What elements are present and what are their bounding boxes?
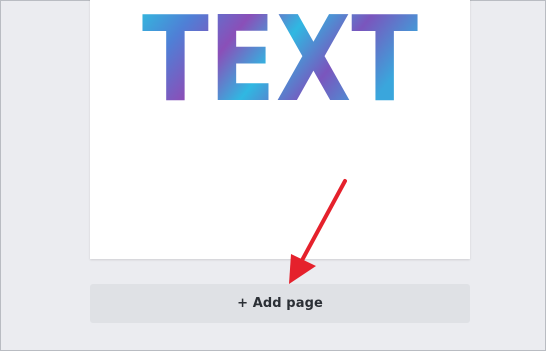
design-page[interactable]: TEXT bbox=[90, 0, 470, 259]
design-text-element[interactable]: TEXT bbox=[90, 0, 470, 259]
design-text: TEXT bbox=[142, 0, 418, 128]
add-page-button[interactable]: + Add page bbox=[90, 284, 470, 323]
add-page-label: + Add page bbox=[237, 296, 323, 311]
